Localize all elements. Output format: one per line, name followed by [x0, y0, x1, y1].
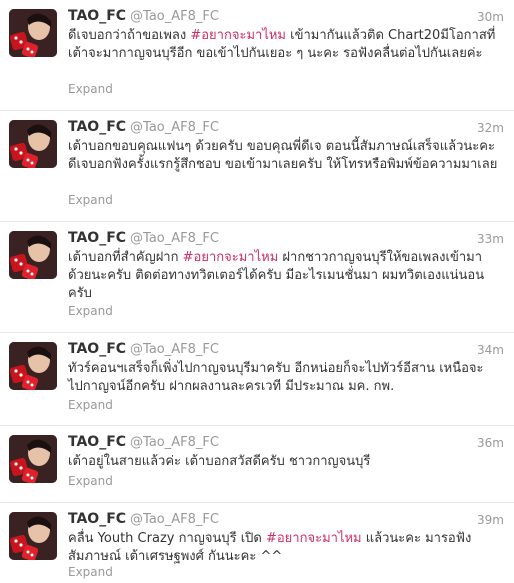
- expand-link[interactable]: Expand: [68, 474, 113, 488]
- tweet-fullname[interactable]: TAO_FC: [68, 434, 126, 450]
- tweet-username[interactable]: @Tao_AF8_FC: [130, 512, 219, 527]
- avatar-image: [9, 120, 57, 168]
- tweet[interactable]: TAO_FC @Tao_AF8_FC 36m เต้าอยู่ในสายแล้วค…: [0, 426, 514, 503]
- tweet-hashtag[interactable]: #อยากจะมาไหม: [266, 531, 362, 546]
- tweet-fullname[interactable]: TAO_FC: [68, 511, 126, 527]
- tweet-timestamp[interactable]: 39m: [477, 513, 504, 527]
- expand-link[interactable]: Expand: [68, 565, 113, 579]
- tweet-text-part: ดีเจบอกว่าถ้าขอเพลง: [68, 28, 191, 43]
- tweet-text-part: เต้าอยู่ในสายแล้วค่ะ เต้าบอกสวัสดีครับ ช…: [68, 454, 371, 469]
- avatar-image: [9, 231, 57, 279]
- avatar[interactable]: [9, 435, 57, 483]
- tweet-hashtag[interactable]: #อยากจะมาไหม: [190, 28, 286, 43]
- expand-link[interactable]: Expand: [68, 304, 113, 318]
- tweet-text: คลื่น Youth Crazy กาญจนบุรี เปิด #อยากจะ…: [68, 530, 498, 566]
- avatar[interactable]: [9, 9, 57, 57]
- tweet-timestamp[interactable]: 32m: [477, 121, 504, 135]
- tweet-timestamp[interactable]: 30m: [477, 10, 504, 24]
- tweet-header: TAO_FC @Tao_AF8_FC: [68, 434, 219, 450]
- avatar[interactable]: [9, 231, 57, 279]
- tweet-text: เต้าอยู่ในสายแล้วค่ะ เต้าบอกสวัสดีครับ ช…: [68, 453, 498, 471]
- avatar-image: [9, 342, 57, 390]
- tweet[interactable]: TAO_FC @Tao_AF8_FC 39m คลื่น Youth Crazy …: [0, 503, 514, 583]
- expand-link[interactable]: Expand: [68, 398, 113, 412]
- tweet-hashtag[interactable]: #อยากจะมาไหม: [183, 250, 279, 265]
- tweet-text-part: เต้าบอกที่สำคัญฝาก: [68, 250, 183, 265]
- tweet-username[interactable]: @Tao_AF8_FC: [130, 231, 219, 246]
- tweet-text: ทัวร์คอนฯเสร็จก็เพิ่งไปกาญจนบุรีมาครับ อ…: [68, 360, 498, 396]
- tweet-username[interactable]: @Tao_AF8_FC: [130, 342, 219, 357]
- tweet-text-part: คลื่น Youth Crazy กาญจนบุรี เปิด: [68, 531, 266, 546]
- avatar[interactable]: [9, 342, 57, 390]
- avatar-image: [9, 9, 57, 57]
- expand-link[interactable]: Expand: [68, 193, 113, 207]
- tweet-header: TAO_FC @Tao_AF8_FC: [68, 230, 219, 246]
- expand-link[interactable]: Expand: [68, 82, 113, 96]
- tweet-fullname[interactable]: TAO_FC: [68, 119, 126, 135]
- tweet-text: เต้าบอกที่สำคัญฝาก #อยากจะมาไหม ฝากชาวกา…: [68, 249, 498, 303]
- tweet-timestamp[interactable]: 36m: [477, 436, 504, 450]
- tweet-text-part: ทัวร์คอนฯเสร็จก็เพิ่งไปกาญจนบุรีมาครับ อ…: [68, 361, 484, 394]
- tweet-fullname[interactable]: TAO_FC: [68, 230, 126, 246]
- tweet-timestamp[interactable]: 33m: [477, 232, 504, 246]
- tweet-header: TAO_FC @Tao_AF8_FC: [68, 511, 219, 527]
- tweet-timestamp[interactable]: 34m: [477, 343, 504, 357]
- avatar-image: [9, 435, 57, 483]
- tweet-fullname[interactable]: TAO_FC: [68, 8, 126, 24]
- tweet-header: TAO_FC @Tao_AF8_FC: [68, 341, 219, 357]
- tweet-header: TAO_FC @Tao_AF8_FC: [68, 8, 219, 24]
- tweet-header: TAO_FC @Tao_AF8_FC: [68, 119, 219, 135]
- tweet-fullname[interactable]: TAO_FC: [68, 341, 126, 357]
- tweet-text: เต้าบอกขอบคุณแฟนๆ ด้วยครับ ขอบคุณพี่ดีเจ…: [68, 138, 498, 174]
- tweet-text-part: เต้าบอกขอบคุณแฟนๆ ด้วยครับ ขอบคุณพี่ดีเจ…: [68, 139, 498, 172]
- tweet[interactable]: TAO_FC @Tao_AF8_FC 34m ทัวร์คอนฯเสร็จก็เพ…: [0, 333, 514, 426]
- avatar[interactable]: [9, 512, 57, 560]
- avatar[interactable]: [9, 120, 57, 168]
- tweet[interactable]: TAO_FC @Tao_AF8_FC 33m เต้าบอกที่สำคัญฝาก…: [0, 222, 514, 333]
- tweet-username[interactable]: @Tao_AF8_FC: [130, 120, 219, 135]
- tweet[interactable]: TAO_FC @Tao_AF8_FC 32m เต้าบอกขอบคุณแฟนๆ …: [0, 111, 514, 222]
- avatar-image: [9, 512, 57, 560]
- tweet-timeline: TAO_FC @Tao_AF8_FC 30m ดีเจบอกว่าถ้าขอเพล…: [0, 0, 514, 583]
- tweet-text: ดีเจบอกว่าถ้าขอเพลง #อยากจะมาไหม เข้ามาก…: [68, 27, 498, 63]
- tweet[interactable]: TAO_FC @Tao_AF8_FC 30m ดีเจบอกว่าถ้าขอเพล…: [0, 0, 514, 111]
- tweet-username[interactable]: @Tao_AF8_FC: [130, 9, 219, 24]
- tweet-username[interactable]: @Tao_AF8_FC: [130, 435, 219, 450]
